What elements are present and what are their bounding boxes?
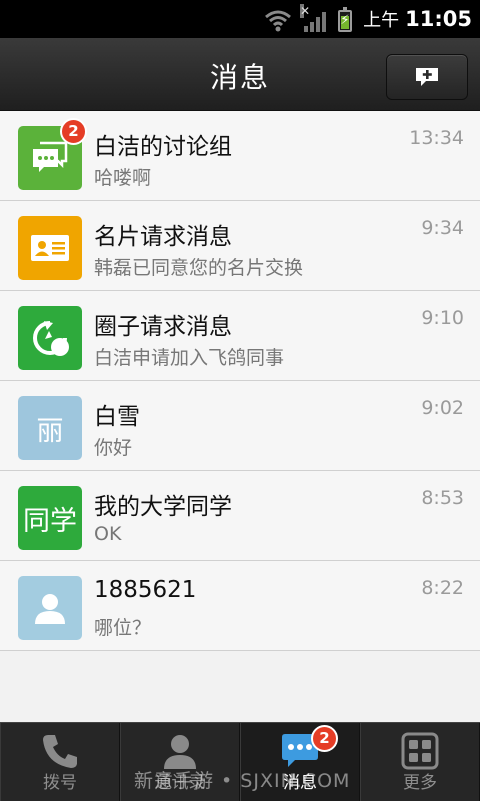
conversation-row[interactable]: 丽 白雪 你好 9:02 (0, 381, 480, 471)
conversation-time: 13:34 (409, 127, 464, 149)
contacts-icon (164, 735, 196, 769)
watermark: 新意手游 • SJXIN.COM (134, 770, 351, 792)
conversation-preview: 韩磊已同意您的名片交换 (94, 257, 304, 279)
conversation-preview: OK (94, 523, 122, 545)
conversation-time: 9:34 (421, 217, 464, 239)
conversation-name: 我的大学同学 (94, 494, 232, 520)
battery-charging-icon: ⚡ (338, 7, 352, 32)
conversation-row[interactable]: 同学 我的大学同学 OK 8:53 (0, 471, 480, 561)
conversation-preview: 哈喽啊 (94, 167, 152, 189)
conversation-row[interactable]: 1885621 哪位？ 8:22 (0, 561, 480, 651)
conversation-name: 白雪 (94, 404, 140, 430)
conversation-name: 名片请求消息 (94, 224, 232, 250)
compose-message-button[interactable] (386, 54, 468, 100)
contact-avatar: 丽 (18, 396, 82, 460)
conversation-name: 白洁的讨论组 (94, 134, 232, 160)
conversation-row[interactable]: 名片请求消息 韩磊已同意您的名片交换 9:34 (0, 201, 480, 291)
conversation-preview: 你好 (94, 437, 133, 459)
conversation-list: 2 白洁的讨论组 哈喽啊 13:34 名片请求消息 韩磊已同意您的名片交换 9:… (0, 111, 480, 651)
conversation-time: 8:22 (421, 577, 464, 599)
conversation-name: 圈子请求消息 (94, 314, 232, 340)
tab-more[interactable]: 更多 (360, 723, 480, 801)
signal-strength-icon: ✕ (300, 4, 326, 32)
unread-badge: 2 (60, 118, 87, 145)
more-grid-icon (401, 732, 439, 770)
conversation-time: 8:53 (421, 487, 464, 509)
conversation-preview: 哪位？ (94, 617, 152, 639)
tab-dialer[interactable]: 拨号 (0, 723, 120, 801)
wifi-icon (264, 8, 292, 32)
compose-message-icon (416, 68, 438, 86)
conversation-time: 9:02 (421, 397, 464, 419)
conversation-row[interactable]: 圈子请求消息 白洁申请加入飞鸽同事 9:10 (0, 291, 480, 381)
group-avatar: 同学 (18, 486, 82, 550)
clock-time: 11:05 (405, 7, 472, 31)
tab-label: 更多 (403, 773, 437, 793)
phone-icon (43, 735, 77, 768)
messages-tab-badge: 2 (311, 725, 338, 752)
title-bar: 消息 (0, 38, 480, 111)
conversation-name: 1885621 (94, 577, 197, 603)
business-card-icon (18, 216, 82, 280)
clock: 上午 11:05 (363, 6, 472, 32)
default-person-icon (18, 576, 82, 640)
circle-request-icon (18, 306, 82, 370)
status-bar: ✕ ⚡ 上午 11:05 (0, 0, 480, 38)
clock-ampm: 上午 (363, 10, 400, 31)
conversation-time: 9:10 (421, 307, 464, 329)
conversation-preview: 白洁申请加入飞鸽同事 (94, 347, 285, 369)
tab-label: 拨号 (43, 773, 77, 793)
conversation-row[interactable]: 2 白洁的讨论组 哈喽啊 13:34 (0, 111, 480, 201)
